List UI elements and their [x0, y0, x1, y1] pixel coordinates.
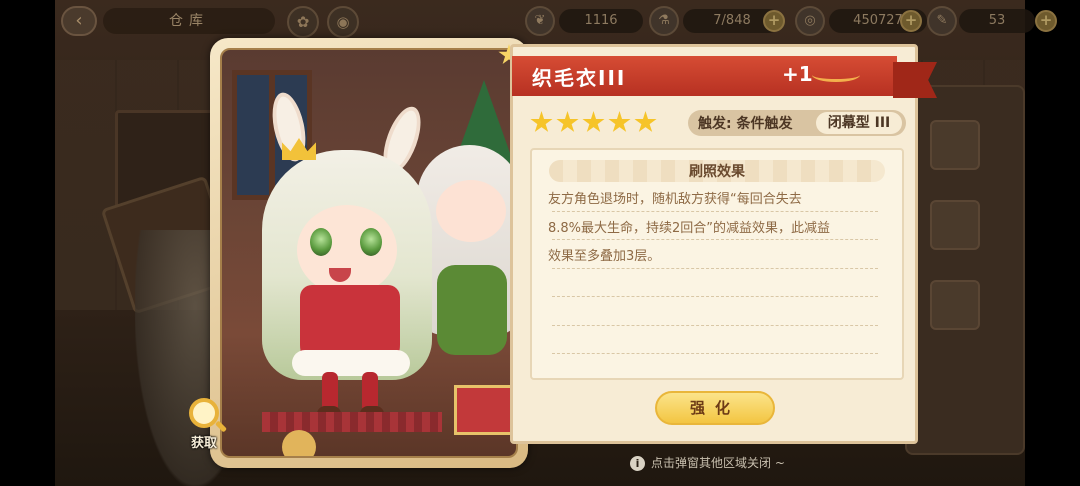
type-badge: 闭幕型 III	[816, 112, 902, 134]
divider	[552, 268, 878, 269]
trigger-label: 触发: 条件触发	[698, 116, 793, 132]
potion-icon: ⚗	[649, 6, 679, 36]
character-eye	[310, 228, 332, 256]
add-coin-button[interactable]: +	[900, 10, 922, 32]
feather-icon: ❦	[525, 6, 555, 36]
top-bar: ‹ 仓库 ✿ ◉ ❦ 1116 ⚗ 7/848 + ◎ 450727 + ✎ 5…	[55, 0, 1057, 44]
page-title: 仓库	[103, 8, 275, 34]
character-eye	[360, 228, 382, 256]
background-slot	[930, 200, 980, 250]
item-card	[210, 38, 528, 468]
yarn-ball	[282, 430, 316, 456]
item-level: +1	[782, 62, 813, 86]
star-icon	[634, 111, 657, 132]
enhance-button[interactable]: 强化	[655, 391, 775, 425]
close-hint: i 点击弹窗其他区域关闭 ~	[630, 454, 785, 471]
back-arrow-icon[interactable]: ‹	[61, 6, 97, 36]
close-hint-text: 点击弹窗其他区域关闭 ~	[651, 456, 785, 470]
coin-icon: ◎	[795, 6, 825, 36]
background-slot	[930, 280, 980, 330]
magnifier-icon	[189, 398, 219, 428]
item-name: 织毛衣III	[532, 66, 627, 90]
eye-icon[interactable]: ◉	[327, 6, 359, 38]
background-slot	[930, 120, 980, 170]
star-icon	[556, 111, 579, 132]
card-rug	[262, 412, 442, 432]
obtain-button[interactable]: 获取	[183, 398, 225, 452]
obtain-label: 获取	[190, 436, 217, 451]
rarity-stars	[530, 111, 660, 135]
gift-box	[454, 385, 514, 435]
character-dress-fur	[292, 350, 410, 376]
effect-title: 刷照效果	[689, 164, 745, 180]
star-icon	[530, 111, 553, 132]
character-back-body	[437, 265, 507, 355]
resource-feather-value: 1116	[559, 9, 643, 33]
star-icon	[582, 111, 605, 132]
swirl-ornament	[812, 68, 860, 82]
clover-icon[interactable]: ✿	[287, 6, 319, 38]
divider	[552, 296, 878, 297]
character-back-face	[436, 180, 506, 242]
add-carrot-button[interactable]: +	[1035, 10, 1057, 32]
effect-description: 友方角色退场时，随机敌方获得“每回合失去 8.8%最大生命，持续2回合”的减益效…	[548, 186, 882, 272]
divider	[552, 211, 878, 212]
divider	[552, 353, 878, 354]
info-icon: i	[630, 456, 645, 471]
divider	[552, 239, 878, 240]
divider	[552, 325, 878, 326]
carrot-icon: ✎	[927, 6, 957, 36]
star-icon	[608, 111, 631, 132]
add-potion-button[interactable]: +	[763, 10, 785, 32]
resource-carrot-value: 53	[959, 9, 1035, 33]
card-illustration	[220, 48, 518, 458]
